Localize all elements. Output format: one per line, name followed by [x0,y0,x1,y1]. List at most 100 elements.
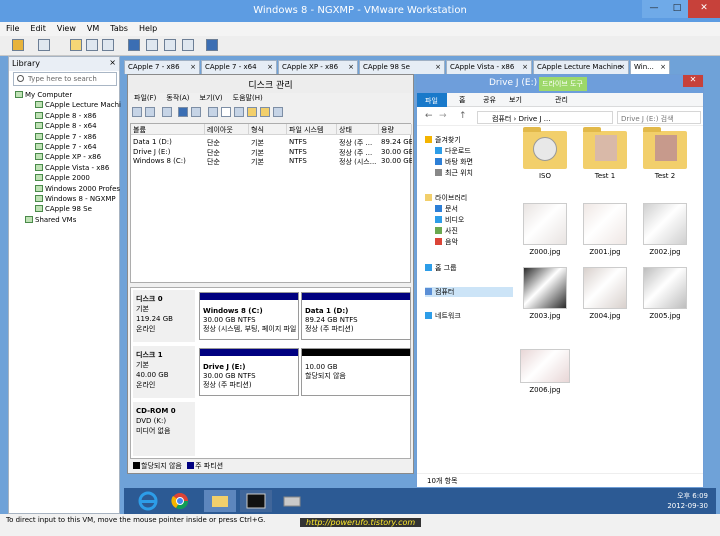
nav-item[interactable]: 사진 [435,226,458,236]
ribbon-file-tab[interactable]: 파일 [417,93,447,107]
refresh-icon[interactable] [273,107,283,117]
close-icon[interactable]: × [660,63,666,71]
help-icon[interactable] [178,107,188,117]
library-tree-item[interactable]: CApple 98 Se [35,205,92,215]
column-header[interactable]: 용량 [379,124,412,135]
explore-icon[interactable] [260,107,270,117]
image-file[interactable]: Z006.jpg [517,345,573,407]
address-input[interactable]: 컴퓨터 › Drive J ... [477,111,613,124]
connect-icon[interactable] [208,107,218,117]
show-library-icon[interactable] [128,39,140,51]
ie-icon[interactable] [136,490,168,512]
chrome-icon[interactable] [168,490,200,512]
dm-menu-file[interactable]: 파일(F) [128,93,160,103]
list-icon[interactable] [191,107,201,117]
up-arrow-icon[interactable]: ↑ [459,111,467,121]
nav-item[interactable]: 바탕 화면 [435,157,473,167]
disk-management-taskbar-icon[interactable] [276,490,308,512]
column-header[interactable]: 형식 [249,124,287,135]
back-arrow-icon[interactable]: ← [425,111,433,121]
nav-item[interactable]: 컴퓨터 [425,287,513,297]
partition[interactable]: Data 1 (D:) 89.24 GB NTFS 정상 (주 파티션) [301,292,411,340]
quick-switch-icon[interactable] [146,39,158,51]
disk-header[interactable]: 디스크 1 기본 40.00 GB 온라인 [133,346,195,398]
nav-item[interactable]: 최근 위치 [435,168,473,178]
column-header[interactable]: 상태 [337,124,379,135]
column-header[interactable]: 레이아웃 [205,124,249,135]
nav-item[interactable]: 홈 그룹 [425,263,457,273]
nav-item[interactable]: 비디오 [435,215,464,225]
dm-menu-action[interactable]: 동작(A) [160,93,193,103]
file-explorer-taskbar-icon[interactable] [204,490,236,512]
library-tree-item[interactable]: CApple 7 - x86 [35,132,97,143]
menu-vm[interactable]: VM [81,22,104,33]
explorer-search-input[interactable]: Drive J (E:) 검색 [617,111,701,124]
nav-item[interactable]: 다운로드 [435,146,471,156]
partition[interactable]: Drive J (E:) 30.00 GB NTFS 정상 (주 파티션) [199,348,299,396]
menu-edit[interactable]: Edit [24,22,51,33]
menu-view[interactable]: View [51,22,81,33]
library-tree-item[interactable]: CApple 8 - x64 [35,122,97,132]
library-tree-item[interactable]: Shared VMs [25,215,76,226]
library-tree-item[interactable]: My Computer [15,91,72,101]
close-icon[interactable]: × [348,63,354,71]
library-tree-item[interactable]: CApple 2000 [35,174,90,184]
maximize-button[interactable]: □ [666,0,688,18]
close-icon[interactable]: × [619,63,625,71]
vm-tab[interactable]: CApple Vista - x86 × [446,60,532,74]
image-file[interactable]: Z003.jpg [517,267,573,329]
library-search-input[interactable]: Type here to search [13,72,117,86]
cmd-icon[interactable] [240,490,272,512]
image-file[interactable]: Z005.jpg [637,267,693,329]
vm-tab[interactable]: Win... × [630,60,670,74]
ribbon-share-tab[interactable]: 공유 [483,95,496,105]
vm-tab[interactable]: CApple 7 - x86 × [124,60,200,74]
nav-item[interactable]: 즐겨찾기 [425,135,461,145]
nav-item[interactable]: 음악 [435,237,458,247]
forward-icon[interactable] [145,107,155,117]
ribbon-home-tab[interactable]: 홈 [459,95,465,105]
menu-file[interactable]: File [0,22,24,33]
properties-icon[interactable] [234,107,244,117]
column-header[interactable]: 볼륨 [131,124,205,135]
library-tree-item[interactable]: CApple XP - x86 [35,153,101,163]
ribbon-view-tab[interactable]: 보기 [509,95,522,105]
nav-item[interactable]: 네트워크 [425,311,461,321]
send-ctrl-alt-del-icon[interactable] [38,39,50,51]
vm-tab[interactable]: CApple 7 - x64 × [201,60,277,74]
close-icon[interactable]: × [109,58,116,67]
vm-tab[interactable]: CApple Lecture Machine × [533,60,629,74]
partition[interactable]: Windows 8 (C:) 30.00 GB NTFS 정상 (시스템, 부팅, … [199,292,299,340]
image-file[interactable]: Z001.jpg [577,203,633,265]
drive-tools-tab[interactable]: 드라이브 도구 [539,77,587,91]
snapshot-manager-icon[interactable] [102,39,114,51]
close-button[interactable]: ✕ [688,0,720,18]
up-icon[interactable] [162,107,172,117]
dm-menu-view[interactable]: 보기(V) [194,93,227,103]
revert-snapshot-icon[interactable] [86,39,98,51]
vm-tab[interactable]: CApple 98 Se × [359,60,445,74]
menu-help[interactable]: Help [133,22,162,33]
library-tree-item[interactable]: CApple 8 - x86 [35,111,97,122]
library-tree-item[interactable]: CApple Lecture Machi [35,101,121,111]
folder-item[interactable]: Test 1 [577,127,633,191]
library-tree-item[interactable]: Windows 2000 Profes [35,184,120,195]
full-screen-icon[interactable] [164,39,176,51]
close-icon[interactable]: × [267,63,273,71]
pause-icon[interactable] [12,39,24,51]
library-tree-item[interactable]: CApple Vista - x86 [35,163,109,174]
close-icon[interactable]: × [522,63,528,71]
unity-icon[interactable] [182,39,194,51]
open-icon[interactable] [247,107,257,117]
console-view-icon[interactable] [206,39,218,51]
minimize-button[interactable]: — [642,0,666,18]
delete-icon[interactable] [221,107,231,117]
vm-tab[interactable]: CApple XP - x86 × [278,60,358,74]
image-file[interactable]: Z002.jpg [637,203,693,265]
close-icon[interactable]: × [435,63,441,71]
explorer-close-button[interactable]: ✕ [683,75,703,87]
image-file[interactable]: Z004.jpg [577,267,633,329]
nav-item[interactable]: 문서 [435,204,458,214]
close-icon[interactable]: × [190,63,196,71]
library-tree-item[interactable]: Windows 8 - NGXMP [35,195,116,205]
